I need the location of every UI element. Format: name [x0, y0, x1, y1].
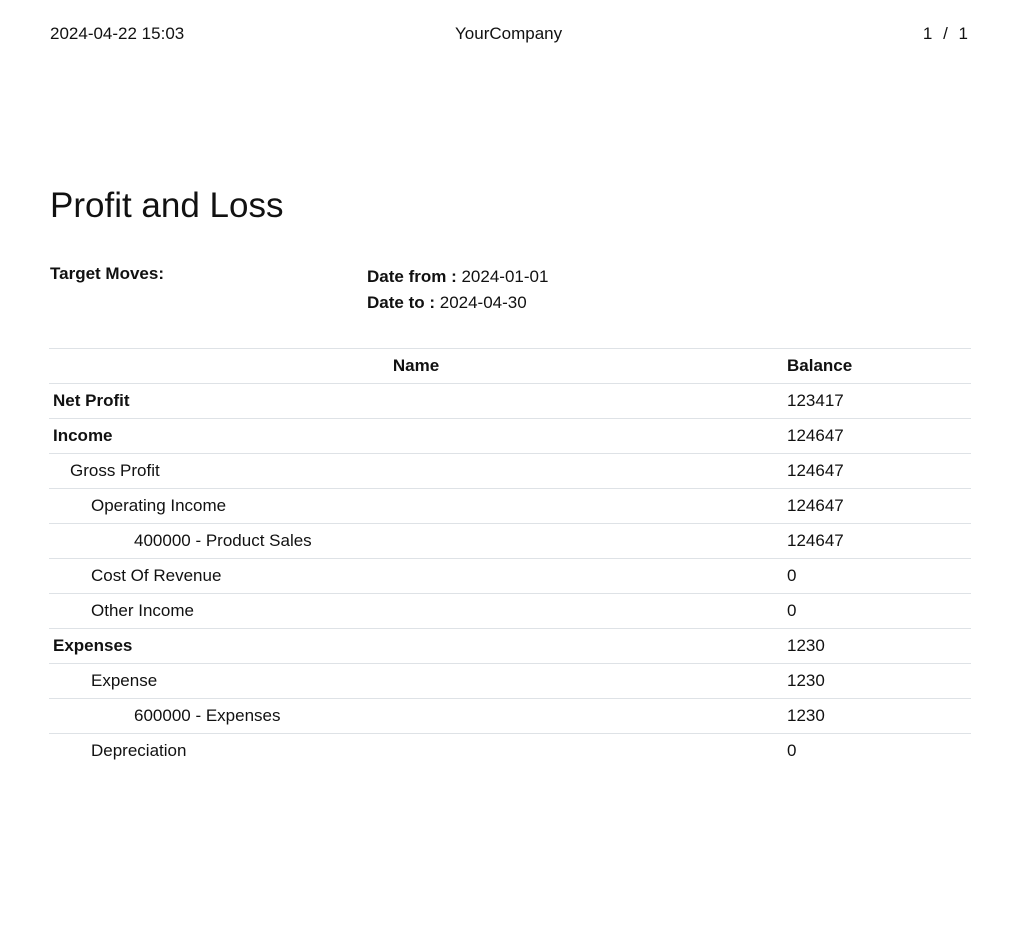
- date-to-value: 2024-04-30: [439, 293, 527, 312]
- account-balance: 124647: [783, 488, 971, 524]
- column-header-balance: Balance: [783, 348, 971, 384]
- account-balance: 124647: [783, 453, 971, 489]
- date-from-label: Date from :: [367, 267, 457, 286]
- date-from-line: Date from : 2024-01-01: [367, 264, 548, 290]
- print-timestamp: 2024-04-22 15:03: [50, 24, 185, 43]
- table-header-row: Name Balance: [49, 348, 971, 384]
- table-row: Expenses 1230: [49, 628, 971, 664]
- table-row: Net Profit 123417: [49, 383, 971, 419]
- table-row: Operating Income 124647: [49, 488, 971, 524]
- table-row: Cost Of Revenue 0: [49, 558, 971, 594]
- account-name: Depreciation: [49, 733, 783, 768]
- account-name: Gross Profit: [49, 453, 783, 489]
- profit-loss-table: Name Balance Net Profit 123417 Income 12464…: [49, 348, 971, 768]
- account-balance: 123417: [783, 383, 971, 419]
- account-balance: 124647: [783, 523, 971, 559]
- table-row: 400000 - Product Sales 124647: [49, 523, 971, 559]
- table-row: 600000 - Expenses 1230: [49, 698, 971, 734]
- table-row: Expense 1230: [49, 663, 971, 699]
- account-name: 400000 - Product Sales: [49, 523, 783, 559]
- account-balance: 0: [783, 733, 971, 768]
- company-name: YourCompany: [455, 24, 563, 43]
- account-name: Cost Of Revenue: [49, 558, 783, 594]
- table-row: Other Income 0: [49, 593, 971, 629]
- account-name: Expense: [49, 663, 783, 699]
- date-to-label: Date to :: [367, 293, 435, 312]
- account-balance: 0: [783, 558, 971, 594]
- date-to-line: Date to : 2024-04-30: [367, 290, 548, 316]
- account-balance: 124647: [783, 418, 971, 454]
- account-name: Expenses: [49, 628, 783, 664]
- date-range: Date from : 2024-01-01 Date to : 2024-04…: [367, 264, 548, 316]
- column-header-name: Name: [49, 348, 783, 384]
- date-from-value: 2024-01-01: [461, 267, 549, 286]
- page-header: 2024-04-22 15:03 YourCompany 1 / 1: [50, 24, 968, 46]
- account-balance: 1230: [783, 663, 971, 699]
- report-title: Profit and Loss: [50, 186, 284, 225]
- account-name: Income: [49, 418, 783, 454]
- account-name: Net Profit: [49, 383, 783, 419]
- target-moves-label: Target Moves:: [50, 264, 164, 283]
- account-balance: 0: [783, 593, 971, 629]
- account-balance: 1230: [783, 628, 971, 664]
- table-row: Gross Profit 124647: [49, 453, 971, 489]
- table-row: Depreciation 0: [49, 733, 971, 768]
- table-body: Net Profit 123417 Income 124647 Gross Profit…: [49, 383, 971, 768]
- page-indicator: 1 / 1: [922, 24, 968, 43]
- table-row: Income 124647: [49, 418, 971, 454]
- account-name: Other Income: [49, 593, 783, 629]
- account-name: Operating Income: [49, 488, 783, 524]
- account-name: 600000 - Expenses: [49, 698, 783, 734]
- account-balance: 1230: [783, 698, 971, 734]
